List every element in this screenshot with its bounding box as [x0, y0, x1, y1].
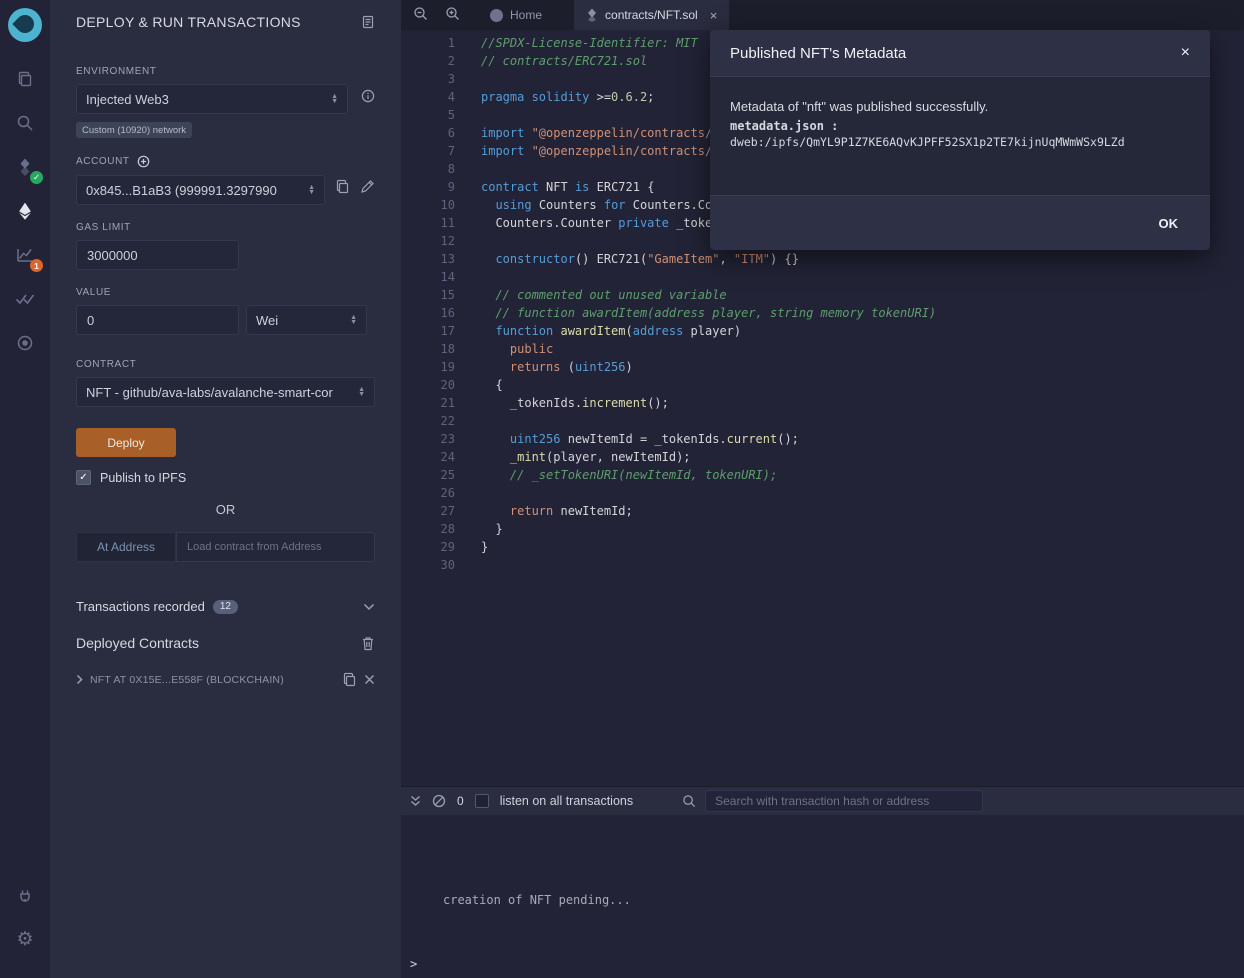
- terminal: 0 ✓ listen on all transactions creation …: [401, 786, 1244, 978]
- transactions-count-badge: 12: [213, 600, 238, 614]
- chevron-right-icon[interactable]: [76, 674, 83, 685]
- compile-success-badge: ✓: [30, 171, 43, 184]
- home-icon: [490, 9, 503, 22]
- contract-label: CONTRACT: [76, 359, 375, 370]
- environment-select[interactable]: Injected Web3 ▲▼: [76, 84, 348, 114]
- account-select[interactable]: 0x845...B1aB3 (999991.3297990 ▲▼: [76, 175, 325, 205]
- terminal-toolbar: 0 ✓ listen on all transactions: [401, 786, 1244, 815]
- at-address-input[interactable]: [176, 532, 375, 562]
- code-line: 29}: [401, 538, 1244, 556]
- chevron-down-icon[interactable]: [363, 603, 375, 611]
- at-address-button[interactable]: At Address: [76, 532, 176, 562]
- code-line: 17 function awardItem(address player): [401, 322, 1244, 340]
- environment-label: ENVIRONMENT: [76, 66, 375, 77]
- zoom-out-icon[interactable]: [413, 6, 428, 24]
- remove-contract-icon[interactable]: [364, 674, 375, 685]
- ok-button[interactable]: OK: [1153, 215, 1185, 232]
- modal-title: Published NFT's Metadata: [730, 45, 906, 62]
- tab-bar: Home contracts/NFT.sol ×: [401, 0, 1244, 30]
- clear-console-icon[interactable]: [432, 794, 446, 808]
- select-arrows-icon: ▲▼: [358, 387, 365, 397]
- tab-home[interactable]: Home: [478, 0, 554, 30]
- code-line: 16 // function awardItem(address player,…: [401, 304, 1244, 322]
- code-line: 23 uint256 newItemId = _tokenIds.current…: [401, 430, 1244, 448]
- terminal-search-icon: [682, 794, 696, 808]
- code-line: 25 // _setTokenURI(newItemId, tokenURI);: [401, 466, 1244, 484]
- transactions-recorded-label: Transactions recorded: [76, 599, 205, 614]
- remix-logo-icon[interactable]: [8, 8, 42, 42]
- deployed-contract-item[interactable]: NFT AT 0X15E...E558F (BLOCKCHAIN): [90, 674, 284, 686]
- add-account-icon[interactable]: [137, 155, 150, 168]
- deploy-run-panel: DEPLOY & RUN TRANSACTIONS ENVIRONMENT In…: [50, 0, 401, 978]
- info-icon[interactable]: [361, 89, 375, 103]
- select-arrows-icon: ▲▼: [350, 315, 357, 325]
- terminal-log-line: creation of NFT pending...: [401, 815, 1244, 907]
- code-line: 27 return newItemId;: [401, 502, 1244, 520]
- modal-message: Metadata of "nft" was published successf…: [730, 99, 1190, 114]
- listen-transactions-checkbox[interactable]: ✓: [475, 794, 489, 808]
- copy-account-icon[interactable]: [335, 179, 350, 194]
- select-arrows-icon: ▲▼: [331, 94, 338, 104]
- code-line: 15 // commented out unused variable: [401, 286, 1244, 304]
- value-input[interactable]: [76, 305, 239, 335]
- code-line: 13 constructor() ERC721("GameItem", "ITM…: [401, 250, 1244, 268]
- panel-title: DEPLOY & RUN TRANSACTIONS: [76, 14, 301, 30]
- close-tab-icon[interactable]: ×: [710, 8, 718, 23]
- value-unit-select[interactable]: Wei ▲▼: [246, 305, 367, 335]
- code-line: 21 _tokenIds.increment();: [401, 394, 1244, 412]
- gas-limit-input[interactable]: [76, 240, 239, 270]
- search-icon[interactable]: [10, 108, 40, 138]
- ipfs-url: dweb:/ipfs/QmYL9P1Z7KE6AQvKJPFF52SX1p2TE…: [730, 135, 1190, 149]
- zoom-in-icon[interactable]: [445, 6, 460, 24]
- solidity-file-icon: [586, 8, 598, 22]
- copy-contract-icon[interactable]: [342, 672, 357, 687]
- tab-nft-sol[interactable]: contracts/NFT.sol ×: [574, 0, 729, 30]
- terminal-output[interactable]: creation of NFT pending... >: [401, 815, 1244, 978]
- published-metadata-modal: Published NFT's Metadata × Metadata of "…: [710, 30, 1210, 250]
- select-arrows-icon: ▲▼: [308, 185, 315, 195]
- code-line: 14: [401, 268, 1244, 286]
- gas-limit-label: GAS LIMIT: [76, 222, 375, 233]
- code-line: 26: [401, 484, 1244, 502]
- code-line: 19 returns (uint256): [401, 358, 1244, 376]
- publish-ipfs-label: Publish to IPFS: [100, 471, 186, 485]
- sign-message-icon[interactable]: [360, 179, 375, 194]
- trash-icon[interactable]: [361, 636, 375, 651]
- deployed-contracts-label: Deployed Contracts: [76, 635, 199, 651]
- settings-gear-icon[interactable]: ⚙: [10, 924, 40, 954]
- code-line: 24 _mint(player, newItemId);: [401, 448, 1244, 466]
- or-label: OR: [76, 502, 375, 517]
- solidity-compiler-icon[interactable]: ✓: [10, 152, 40, 182]
- unit-testing-icon[interactable]: [10, 284, 40, 314]
- code-line: 18 public: [401, 340, 1244, 358]
- terminal-prompt[interactable]: >: [410, 957, 417, 971]
- value-label: VALUE: [76, 287, 375, 298]
- debugger-icon[interactable]: [10, 328, 40, 358]
- metadata-filename: metadata.json :: [730, 119, 1190, 133]
- code-line: 30: [401, 556, 1244, 574]
- code-line: 22: [401, 412, 1244, 430]
- deploy-run-icon[interactable]: [10, 196, 40, 226]
- deploy-button[interactable]: Deploy: [76, 428, 176, 457]
- plugin-manager-icon[interactable]: [10, 880, 40, 910]
- scenario-docs-icon[interactable]: [361, 15, 375, 29]
- account-label: ACCOUNT: [76, 155, 375, 168]
- terminal-collapse-icon[interactable]: [410, 795, 421, 807]
- file-explorer-icon[interactable]: [10, 64, 40, 94]
- code-line: 28 }: [401, 520, 1244, 538]
- code-line: 20 {: [401, 376, 1244, 394]
- network-badge: Custom (10920) network: [76, 122, 192, 138]
- analytics-icon[interactable]: 1: [10, 240, 40, 270]
- listen-transactions-label: listen on all transactions: [500, 794, 633, 808]
- notification-badge: 1: [30, 259, 43, 272]
- terminal-search-input[interactable]: [705, 790, 983, 812]
- publish-ipfs-checkbox[interactable]: ✓: [76, 470, 91, 485]
- icon-sidebar: ✓ 1 ⚙: [0, 0, 50, 978]
- modal-close-icon[interactable]: ×: [1181, 45, 1190, 61]
- contract-select[interactable]: NFT - github/ava-labs/avalanche-smart-co…: [76, 377, 375, 407]
- pending-tx-count: 0: [457, 794, 464, 808]
